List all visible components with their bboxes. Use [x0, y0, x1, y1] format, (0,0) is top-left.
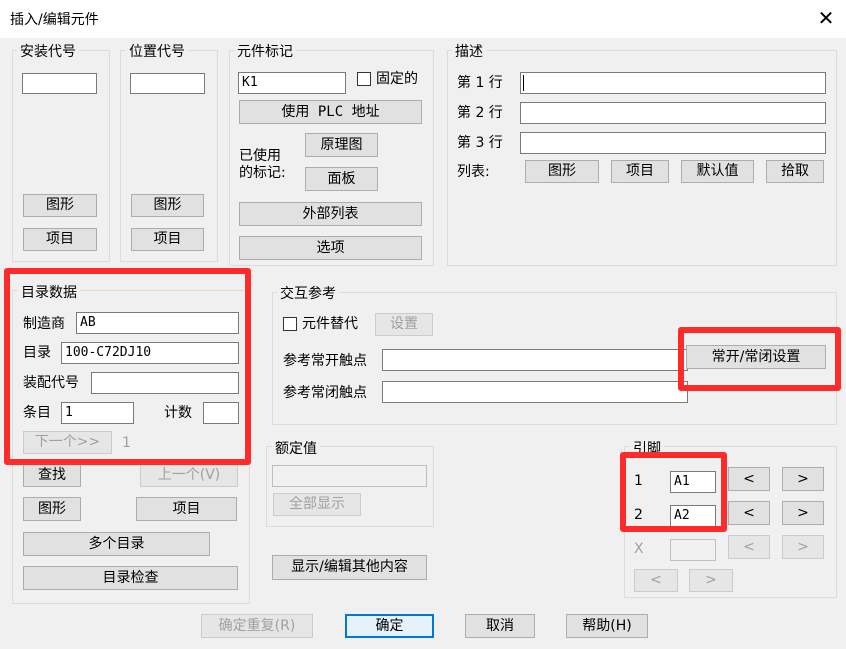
catalog-item-button[interactable]: 项目 — [136, 497, 237, 521]
pin1-left-button[interactable]: < — [728, 467, 770, 491]
substitute-label: 元件替代 — [302, 316, 358, 332]
use-plc-address-button[interactable]: 使用 PLC 地址 — [239, 100, 422, 124]
install-item-button[interactable]: 项目 — [23, 228, 97, 251]
rating-label: 额定值 — [272, 438, 320, 458]
show-all-button[interactable]: 全部显示 — [273, 493, 361, 516]
line2-input[interactable] — [520, 102, 826, 124]
used-tags-label-1: 已使用 — [239, 148, 281, 164]
line1-label: 第 1 行 — [457, 75, 503, 91]
options-button[interactable]: 选项 — [239, 236, 422, 260]
pin2-right-button[interactable]: > — [782, 501, 824, 525]
component-tag-input[interactable]: K1 — [238, 72, 346, 94]
help-button[interactable]: 帮助(H) — [566, 614, 648, 638]
ref-no-contact-input[interactable] — [382, 349, 688, 371]
no-nc-highlight-box — [678, 327, 841, 391]
multiple-catalog-button[interactable]: 多个目录 — [23, 532, 210, 556]
location-graphic-button[interactable]: 图形 — [131, 194, 204, 217]
pick-button[interactable]: 拾取 — [766, 160, 824, 183]
install-code-label: 安装代号 — [17, 41, 79, 61]
install-graphic-button[interactable]: 图形 — [23, 194, 97, 217]
pins-page-right-button[interactable]: > — [689, 569, 733, 592]
component-tag-label: 元件标记 — [234, 41, 296, 61]
catalog-highlight-box — [4, 268, 251, 465]
show-edit-other-button[interactable]: 显示/编辑其他内容 — [272, 555, 427, 580]
ref-nc-contact-label: 参考常闭触点 — [283, 385, 367, 401]
fixed-checkbox[interactable] — [357, 72, 371, 86]
pin2-left-button[interactable]: < — [728, 501, 770, 525]
close-icon[interactable]: ✕ — [814, 6, 838, 30]
previous-button[interactable]: 上一个(V) — [140, 464, 238, 487]
catalog-graphic-button[interactable]: 图形 — [23, 497, 81, 521]
schematic-button[interactable]: 原理图 — [305, 133, 378, 157]
ref-nc-contact-input[interactable] — [382, 381, 688, 403]
fixed-label: 固定的 — [376, 71, 418, 87]
pins-highlight-box — [620, 452, 727, 532]
ok-repeat-button[interactable]: 确定重复(R) — [201, 614, 313, 638]
substitute-checkbox[interactable] — [283, 317, 297, 331]
location-code-input[interactable] — [130, 73, 205, 94]
text-cursor — [523, 75, 524, 91]
used-tags-label-2: 的标记: — [239, 165, 286, 181]
pins-page-left-button[interactable]: < — [634, 569, 678, 592]
line2-label: 第 2 行 — [457, 105, 503, 121]
default-value-button[interactable]: 默认值 — [681, 160, 754, 183]
location-item-button[interactable]: 项目 — [131, 228, 204, 251]
catalog-check-button[interactable]: 目录检查 — [23, 566, 238, 590]
external-list-button[interactable]: 外部列表 — [239, 202, 422, 226]
xref-setup-button[interactable]: 设置 — [375, 313, 433, 336]
desc-graphic-button[interactable]: 图形 — [525, 160, 599, 183]
list-label: 列表: — [457, 164, 490, 180]
description-label: 描述 — [452, 41, 486, 61]
find-button[interactable]: 查找 — [23, 464, 81, 487]
desc-item-button[interactable]: 项目 — [611, 160, 669, 183]
title-bar — [0, 0, 846, 38]
line3-label: 第 3 行 — [457, 135, 503, 151]
cancel-button[interactable]: 取消 — [465, 614, 535, 638]
rating-input[interactable] — [272, 465, 427, 487]
pinx-right-button[interactable]: > — [782, 535, 824, 559]
ref-no-contact-label: 参考常开触点 — [283, 353, 367, 369]
pinx-label: X — [634, 541, 644, 557]
location-code-label: 位置代号 — [126, 41, 188, 61]
line3-input[interactable] — [520, 132, 826, 154]
window-title: 插入/编辑元件 — [10, 12, 99, 28]
cross-reference-label: 交互参考 — [277, 283, 339, 303]
panel-button[interactable]: 面板 — [305, 167, 378, 191]
pin1-right-button[interactable]: > — [782, 467, 824, 491]
install-code-input[interactable] — [22, 73, 97, 94]
pinx-left-button[interactable]: < — [728, 535, 770, 559]
line1-input[interactable] — [520, 72, 826, 94]
ok-button[interactable]: 确定 — [345, 614, 434, 638]
pinx-input[interactable] — [670, 539, 716, 561]
